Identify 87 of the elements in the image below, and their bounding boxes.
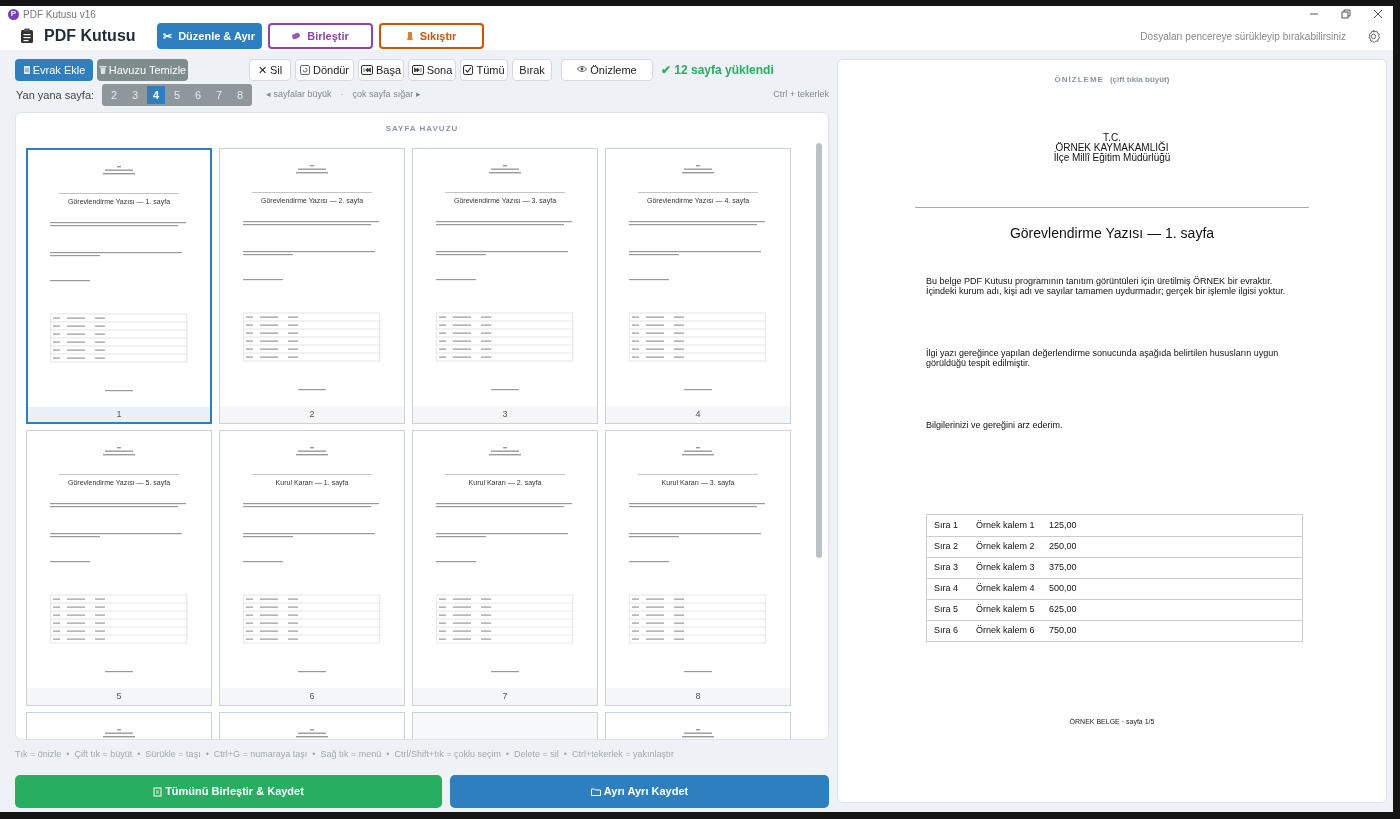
table-cell-text: Örnek kalem 5 xyxy=(976,603,1036,617)
table-cell-text: Örnek kalem 6 xyxy=(976,624,1036,638)
page-number: 7 xyxy=(413,688,597,705)
toolbar-button[interactable]: ✕ Sil xyxy=(249,59,291,81)
pool-button[interactable]: Evrak Ekle xyxy=(15,59,93,81)
letterhead-drawing xyxy=(489,447,521,456)
trash-icon xyxy=(98,65,107,75)
letterhead-drawing xyxy=(103,729,135,738)
table-cell-text: 625,00 xyxy=(1049,603,1078,617)
table-cell-text: Örnek kalem 3 xyxy=(976,561,1036,575)
document-icon xyxy=(153,786,163,797)
label: Yan yana sayfa: xyxy=(16,87,95,103)
table-cell-text: Sıra 6 xyxy=(933,624,959,638)
toolbar-button[interactable]: Tümü xyxy=(460,59,508,81)
folder-icon xyxy=(590,787,601,796)
page-count-option[interactable]: 4 xyxy=(147,86,166,104)
skip-forward-icon xyxy=(411,65,424,75)
letterhead-line: T.C. xyxy=(1103,133,1121,143)
clamp-icon xyxy=(405,31,414,41)
table-cell-text: 750,00 xyxy=(1049,624,1078,638)
document-icon xyxy=(22,65,31,75)
letterhead-drawing xyxy=(103,166,135,175)
letterhead-drawing xyxy=(296,729,328,738)
settings-icon[interactable] xyxy=(1366,28,1381,44)
table-cell-text: Sıra 3 xyxy=(933,561,959,575)
table-cell-text: Örnek kalem 4 xyxy=(976,582,1036,596)
panel-title: ÖNİZLEME xyxy=(1054,74,1104,86)
page-number: 5 xyxy=(27,688,211,705)
clipboard-icon xyxy=(20,28,34,44)
checkbox-icon xyxy=(463,65,474,75)
toolbar-button[interactable]: Başa xyxy=(358,59,404,81)
size-hint: ◂ sayfalar büyük xyxy=(266,88,332,102)
page-number: 6 xyxy=(220,688,404,705)
eye-icon xyxy=(577,65,588,75)
zoom-hint: Ctrl + tekerlek xyxy=(773,88,829,102)
paragraph: Bu belge PDF Kutusu programının tanıtım görüntüleri için üretilmiş ÖRNEK bir evraktır. İçindeki kurum adı, kişi adı ve sayılar tamamen uydurmadır; gerçek bir işlemle ilgisi yoktur. xyxy=(926,276,1287,296)
toolbar-button[interactable]: Bırak xyxy=(512,59,552,81)
letterhead-line: İlçe Millî Eğitim Müdürlüğü xyxy=(1053,153,1171,163)
capsule-icon xyxy=(291,32,302,40)
letterhead-drawing xyxy=(682,729,714,738)
panel-note: (çift tıkla büyüt) xyxy=(1109,74,1170,86)
action-button[interactable]: Ayrı Ayrı Kaydet xyxy=(450,775,829,808)
table-cell-text: Sıra 5 xyxy=(933,603,959,617)
drop-hint: Dosyaları pencereye sürükleyip bırakabilirsiniz xyxy=(1140,29,1346,44)
page-number: 2 xyxy=(220,406,404,423)
shortcut-hints: Tık = önizle • Çift tık = büyüt • Sürükle = taşı • Ctrl+G = numaraya taşı • Sağ tık = menü • Ctrl/Shift+tık = çoklu seçim • Delete = sil • Ctrl+tekerlek = yakınlaştır xyxy=(15,748,676,760)
skip-back-icon xyxy=(360,65,373,75)
page-number: 1 xyxy=(28,407,210,422)
letterhead-line: ÖRNEK KAYMAKAMLIĞI xyxy=(1055,143,1169,153)
app-name: PDF Kutusu xyxy=(44,26,136,46)
paragraph: İlgi yazı gereğince yapılan değerlendirme sonucunda aşağıda belirtilen hususların uygun görüldüğü tespit edilmiştir. xyxy=(926,348,1280,368)
page-number: 8 xyxy=(606,688,790,705)
table-cell-text: 125,00 xyxy=(1049,518,1078,532)
table-cell-text: Örnek kalem 1 xyxy=(976,518,1036,532)
letterhead-drawing xyxy=(489,165,521,174)
letterhead-drawing xyxy=(682,447,714,456)
status-text: ✔ 12 sayfa yüklendi xyxy=(661,62,774,79)
size-hint: · xyxy=(340,88,344,102)
letterhead-drawing xyxy=(103,447,135,456)
restore-icon[interactable] xyxy=(1341,9,1351,19)
tab[interactable]: Birleştir xyxy=(267,23,373,49)
table-cell-text: Örnek kalem 2 xyxy=(976,540,1036,554)
page-number: 4 xyxy=(606,406,790,423)
panel-title: SAYFA HAVUZU xyxy=(384,123,460,135)
app-icon: P xyxy=(8,8,19,20)
table-cell-text: 375,00 xyxy=(1049,561,1078,575)
document-title: Görevlendirme Yazısı — 1. sayfa xyxy=(1009,224,1215,243)
table-cell-text: Sıra 4 xyxy=(933,582,959,596)
tab[interactable]: ✂ Düzenle & Ayır xyxy=(156,23,262,49)
paragraph: Bilgilerinizi ve gereğini arz ederim. xyxy=(926,420,1064,430)
table-cell-text: 250,00 xyxy=(1049,540,1078,554)
table-cell-text: Sıra 2 xyxy=(933,540,959,554)
letterhead-drawing xyxy=(682,165,714,174)
page-number: 3 xyxy=(413,406,597,423)
toolbar-button[interactable]: Sona xyxy=(408,59,456,81)
table-cell-text: Sıra 1 xyxy=(933,518,959,532)
scrollbar-thumb[interactable] xyxy=(816,143,822,558)
toolbar-button[interactable]: Döndür xyxy=(295,59,354,81)
letterhead-drawing xyxy=(296,447,328,456)
toolbar-button[interactable]: Önizleme xyxy=(561,59,653,81)
rotate-icon xyxy=(299,65,310,75)
table-cell-text: 500,00 xyxy=(1049,582,1078,596)
close-icon[interactable] xyxy=(1373,9,1383,19)
letterhead-drawing xyxy=(296,165,328,174)
window-title: PDF Kutusu v16 xyxy=(23,7,96,22)
tab[interactable]: Sıkıştır xyxy=(378,23,484,49)
size-hint: çok sayfa sığar ▸ xyxy=(352,88,421,102)
